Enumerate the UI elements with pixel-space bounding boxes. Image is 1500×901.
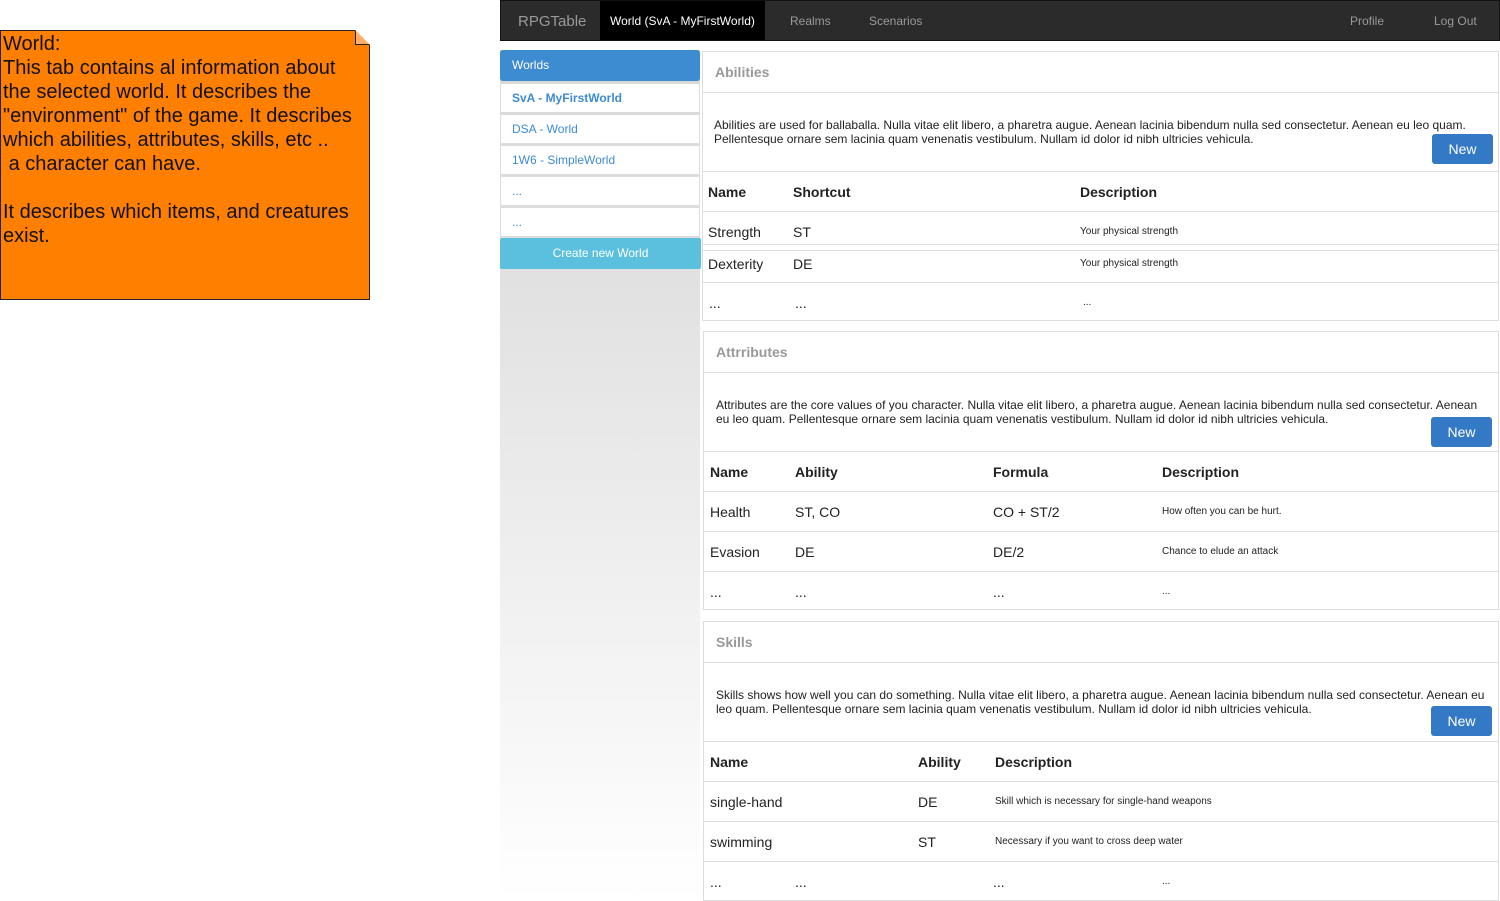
attributes-panel: Attrributes Attributes are the core valu…: [703, 331, 1499, 610]
column-header: Description: [995, 754, 1073, 770]
column-header: Name: [708, 184, 747, 200]
column-header: Name: [710, 754, 749, 770]
sidebar-item-more[interactable]: ...: [500, 176, 700, 206]
column-header: Description: [1162, 464, 1240, 480]
ability-shortcut: DE: [793, 256, 813, 272]
tab-world[interactable]: World (SvA - MyFirstWorld): [600, 1, 765, 40]
attribute-ability: ST, CO: [795, 504, 841, 520]
skill-ability: ...: [993, 874, 1005, 890]
skill-ability: DE: [918, 794, 938, 810]
skill-ability: ST: [918, 834, 936, 850]
attributes-title: Attrributes: [704, 332, 1498, 373]
attribute-name: Evasion: [710, 544, 760, 560]
attribute-description: ...: [1162, 586, 1171, 597]
skill-placeholder: ...: [795, 874, 807, 890]
attribute-formula: DE/2: [993, 544, 1025, 560]
attribute-description: Chance to elude an attack: [1162, 546, 1279, 557]
attribute-name: Health: [710, 504, 751, 520]
sidebar-item-1w6-simpleworld[interactable]: 1W6 - SimpleWorld: [500, 145, 700, 175]
skill-name: ...: [710, 874, 722, 890]
attribute-ability: ...: [795, 584, 807, 600]
create-world-button[interactable]: Create new World: [500, 238, 701, 269]
sidebar-item-dsa-world[interactable]: DSA - World: [500, 114, 700, 144]
logout-link[interactable]: Log Out: [1434, 1, 1477, 40]
annotation-note-text: World: This tab contains al information …: [3, 33, 352, 247]
attribute-ability: DE: [795, 544, 815, 560]
ability-name: ...: [709, 295, 721, 311]
column-header: Description: [1080, 184, 1158, 200]
brand-link[interactable]: RPGTable: [518, 13, 586, 30]
abilities-title: Abilities: [703, 52, 1498, 93]
ability-description: Your physical strength: [1080, 226, 1179, 237]
column-header: Shortcut: [793, 184, 851, 200]
abilities-description: Abilities are used for ballaballa. Nulla…: [714, 118, 1466, 146]
column-header: Formula: [993, 464, 1049, 480]
skills-title: Skills: [704, 622, 1498, 663]
skills-panel: Skills Skills shows how well you can do …: [703, 621, 1499, 901]
ability-description: ...: [1083, 297, 1092, 308]
attribute-name: ...: [710, 584, 722, 600]
tab-scenarios[interactable]: Scenarios: [869, 1, 922, 40]
worlds-sidebar: Worlds SvA - MyFirstWorld DSA - World 1W…: [500, 50, 701, 901]
new-ability-button[interactable]: New: [1432, 134, 1493, 164]
sidebar-item-more[interactable]: ...: [500, 207, 700, 237]
attribute-formula: CO + ST/2: [993, 504, 1060, 520]
attribute-description: How often you can be hurt.: [1162, 506, 1282, 517]
tab-realms[interactable]: Realms: [790, 1, 831, 40]
attribute-formula: ...: [993, 584, 1005, 600]
attributes-description: Attributes are the core values of you ch…: [716, 398, 1478, 426]
skill-description: Skill which is necessary for single-hand…: [995, 796, 1212, 807]
ability-shortcut: ...: [795, 295, 807, 311]
sidebar-header: Worlds: [500, 50, 700, 81]
profile-link[interactable]: Profile: [1350, 1, 1384, 40]
new-attribute-button[interactable]: New: [1431, 417, 1492, 447]
skill-description: Necessary if you want to cross deep wate…: [995, 836, 1183, 847]
skills-description: Skills shows how well you can do somethi…: [716, 688, 1485, 716]
skill-name: single-hand: [710, 794, 783, 810]
new-skill-button[interactable]: New: [1431, 706, 1492, 736]
skill-name: swimming: [710, 834, 773, 850]
ability-description: Your physical strength: [1080, 258, 1179, 269]
skill-description: ...: [1162, 876, 1171, 887]
sidebar-item-sva-myfirstworld[interactable]: SvA - MyFirstWorld: [500, 83, 700, 113]
ability-name: Dexterity: [708, 256, 764, 272]
column-header: Name: [710, 464, 749, 480]
column-header: Ability: [918, 754, 961, 770]
top-navbar: RPGTable World (SvA - MyFirstWorld) Real…: [500, 0, 1500, 41]
ability-name: Strength: [708, 224, 761, 240]
abilities-panel: Abilities Abilities are used for ballaba…: [702, 51, 1499, 321]
column-header: Ability: [795, 464, 838, 480]
ability-shortcut: ST: [793, 224, 811, 240]
